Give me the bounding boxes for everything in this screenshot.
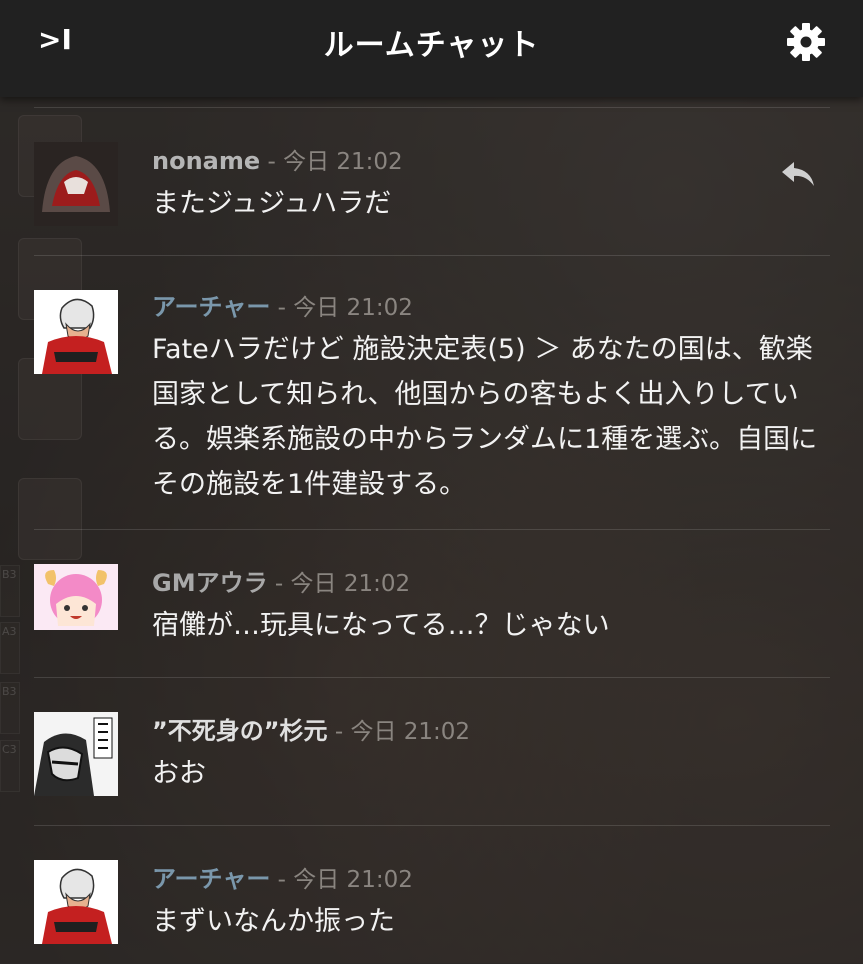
message-meta: noname - 今日 21:02 (152, 146, 830, 177)
message-separator: - (260, 149, 284, 175)
message-meta: アーチャー - 今日 21:02 (152, 864, 830, 895)
chat-message: アーチャー - 今日 21:02 Fateハラだけど 施設決定表(5) ＞ あな… (34, 255, 830, 530)
avatar[interactable] (34, 860, 118, 944)
message-meta: アーチャー - 今日 21:02 (152, 292, 830, 323)
message-time: 今日 21:02 (283, 149, 403, 175)
message-time: 今日 21:02 (290, 571, 411, 597)
message-text: またジュジュハラだ (152, 188, 392, 219)
chat-message: noname - 今日 21:02 またジュジュハラだ (34, 107, 830, 256)
message-separator: - (267, 571, 291, 597)
message-separator: - (270, 295, 294, 321)
message-body: アーチャー - 今日 21:02 Fateハラだけど 施設決定表(5) ＞ あな… (152, 292, 830, 507)
message-text: まずいなんか振った (152, 906, 395, 937)
message-meta: GMアウラ - 今日 21:02 (152, 568, 830, 599)
gear-icon[interactable] (782, 18, 830, 66)
message-body: GMアウラ - 今日 21:02 宿儺が…玩具になってる…？じゃない (152, 568, 830, 648)
reply-icon[interactable] (780, 158, 816, 188)
avatar[interactable] (34, 290, 118, 374)
message-body: アーチャー - 今日 21:02 まずいなんか振った (152, 864, 830, 944)
chat-header: >I ルームチャット (0, 0, 863, 97)
chat-message: ”不死身の”杉元 - 今日 21:02 おお (34, 677, 830, 826)
message-time: 今日 21:02 (293, 295, 413, 321)
sender-name[interactable]: アーチャー (152, 293, 270, 321)
message-text: 宿儺が…玩具になってる…？じゃない (152, 610, 610, 641)
avatar[interactable] (34, 564, 118, 630)
page-title: ルームチャット (323, 28, 540, 63)
avatar[interactable] (34, 142, 118, 226)
sender-name[interactable]: noname (152, 147, 260, 175)
chat-message: GMアウラ - 今日 21:02 宿儺が…玩具になってる…？じゃない (34, 529, 830, 678)
message-body: ”不死身の”杉元 - 今日 21:02 おお (152, 716, 830, 796)
message-time: 今日 21:02 (293, 867, 413, 893)
sender-name[interactable]: ”不死身の”杉元 (152, 717, 328, 745)
sender-name[interactable]: アーチャー (152, 865, 270, 893)
message-separator: - (327, 719, 351, 745)
message-body: noname - 今日 21:02 またジュジュハラだ (152, 146, 830, 226)
sender-name[interactable]: GMアウラ (152, 569, 268, 597)
message-text: おお (152, 758, 206, 789)
chat-panel: noname - 今日 21:02 またジュジュハラだ アーチャー - 今日 2… (0, 97, 863, 963)
chat-message: アーチャー - 今日 21:02 まずいなんか振った (34, 825, 830, 964)
message-time: 今日 21:02 (350, 719, 471, 745)
message-text: Fateハラだけど 施設決定表(5) ＞ あなたの国は、歓楽国家として知られ、他… (152, 334, 818, 500)
message-separator: - (270, 867, 294, 893)
message-meta: ”不死身の”杉元 - 今日 21:02 (152, 716, 830, 747)
avatar[interactable] (34, 712, 118, 796)
